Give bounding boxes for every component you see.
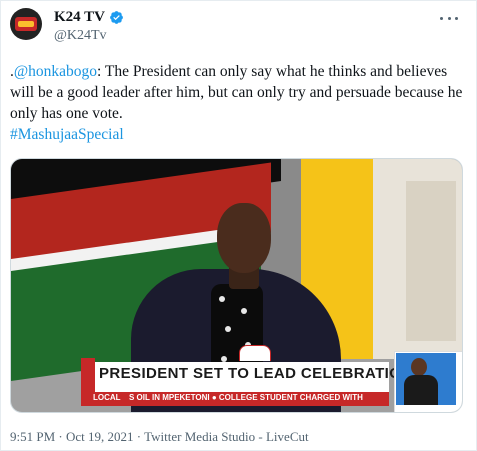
ticker-text: S OIL IN MPEKETONI ● COLLEGE STUDENT CHA…: [129, 393, 363, 402]
author-avatar[interactable]: [10, 8, 42, 40]
mention-link[interactable]: @honkabogo: [14, 63, 97, 80]
lower-third-headline: PRESIDENT SET TO LEAD CELEBRATIONS: [99, 365, 423, 382]
hashtag-link[interactable]: #MashujaaSpecial: [10, 126, 124, 143]
verified-badge-icon: [110, 11, 123, 24]
author-display-name[interactable]: K24 TV: [54, 9, 105, 26]
author-name-row[interactable]: K24 TV: [54, 9, 124, 26]
author-handle[interactable]: @K24Tv: [54, 28, 107, 44]
studio-right-panel: [406, 181, 456, 341]
meta-separator: ·: [55, 429, 66, 444]
tweet-time[interactable]: 9:51 PM: [10, 429, 55, 444]
guest-head: [217, 203, 271, 273]
meta-separator: ·: [133, 429, 145, 444]
lower-third-accent: [81, 358, 95, 396]
interpreter-body: [404, 375, 438, 405]
ticker-label: LOCAL: [93, 393, 121, 402]
tweet-card: K24 TV @K24Tv .@honkabogo: The President…: [0, 0, 477, 451]
tweet-source[interactable]: Twitter Media Studio - LiveCut: [144, 429, 308, 444]
channel-logo-icon: [239, 345, 271, 361]
tweet-meta: 9:51 PM · Oct 19, 2021 · Twitter Media S…: [10, 429, 309, 445]
k24-logo-icon: [15, 17, 37, 31]
tweet-date[interactable]: Oct 19, 2021: [66, 429, 134, 444]
interpreter-head: [411, 358, 427, 376]
tweet-text: .@honkabogo: The President can only say …: [10, 61, 470, 145]
tweet-video[interactable]: PRESIDENT SET TO LEAD CELEBRATIONS LOCAL…: [10, 158, 463, 413]
more-options-icon[interactable]: [440, 15, 458, 21]
